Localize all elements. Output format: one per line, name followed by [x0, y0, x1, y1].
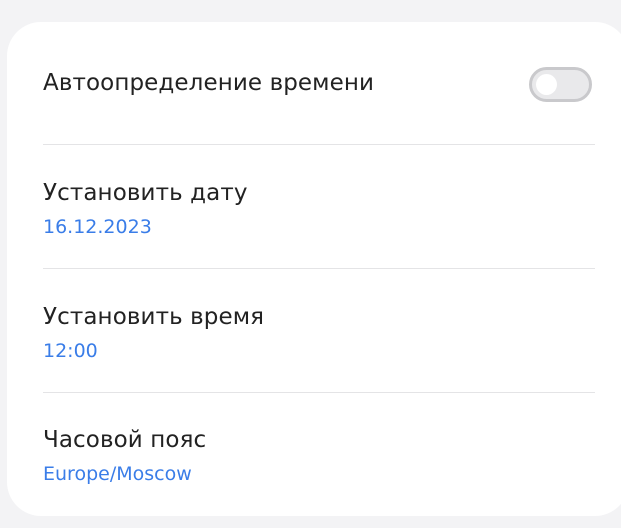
- set-date-label: Установить дату: [43, 180, 248, 206]
- toggle-knob: [536, 74, 557, 95]
- date-time-settings-card: Автоопределение времени Установить дату …: [7, 22, 621, 516]
- divider: [43, 392, 595, 393]
- auto-time-row[interactable]: Автоопределение времени: [43, 70, 595, 96]
- auto-time-toggle[interactable]: [529, 67, 592, 102]
- auto-time-label: Автоопределение времени: [43, 70, 375, 96]
- divider: [43, 144, 595, 145]
- divider: [43, 268, 595, 269]
- timezone-label: Часовой пояс: [43, 427, 207, 453]
- set-date-row[interactable]: Установить дату 16.12.2023: [43, 180, 595, 238]
- date-value: 16.12.2023: [43, 216, 152, 238]
- time-value: 12:00: [43, 340, 98, 362]
- set-time-row[interactable]: Установить время 12:00: [43, 304, 595, 362]
- timezone-row[interactable]: Часовой пояс Europe/Moscow: [43, 427, 595, 485]
- timezone-value: Europe/Moscow: [43, 463, 192, 485]
- set-time-label: Установить время: [43, 304, 265, 330]
